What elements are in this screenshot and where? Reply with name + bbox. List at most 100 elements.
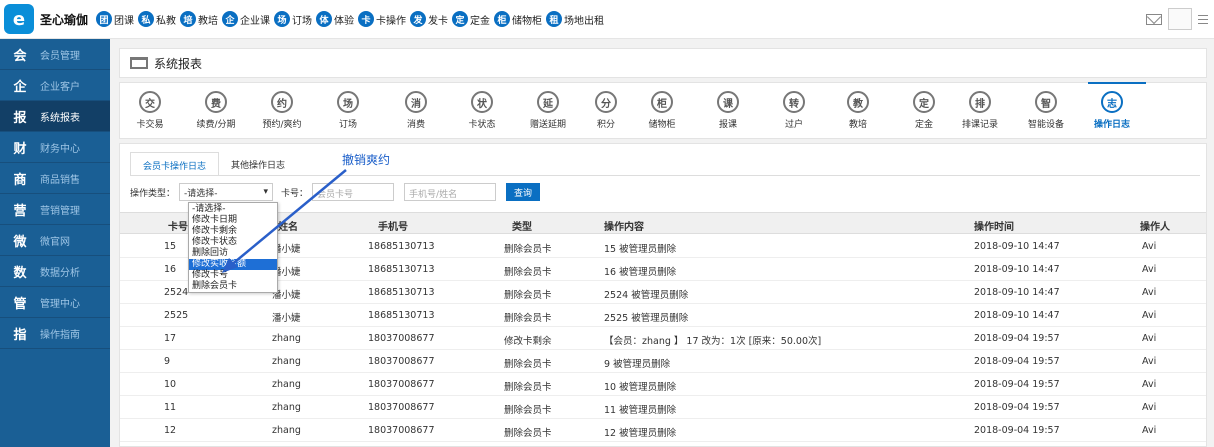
sidebar-item[interactable]: 管 管理中心 [0,287,110,318]
module-icon: 约 [271,91,293,113]
nav-circle-icon: 定 [452,11,469,27]
table-row[interactable]: 2525 潘小婕 18685130713 删除会员卡 2525 被管理员删除 2018-0… [120,304,1206,327]
sidebar-item[interactable]: 微 微官网 [0,225,110,256]
top-nav-item[interactable]: 私私教 [138,11,176,27]
top-nav-item[interactable]: 体体验 [316,11,354,27]
table-cell: 潘小婕 [272,313,301,324]
top-nav-item[interactable]: 卡卡操作 [358,11,406,27]
module-label: 智能设备 [1027,120,1064,130]
module-item[interactable]: 课报课 [706,91,750,130]
table-row[interactable]: 16 潘小婕 18685130713 删除会员卡 16 被管理员删除 2018-09-10… [120,258,1206,281]
column-header: 操作时间 [974,222,1014,233]
module-item[interactable]: 约预约/爽约 [260,91,304,130]
sidebar-item[interactable]: 商 商品销售 [0,163,110,194]
table-row[interactable]: 12 zhang 18037008677 删除会员卡 12 被管理员删除 2018-09-… [120,419,1206,442]
module-item[interactable]: 延赠送延期 [526,91,570,130]
sidebar-item[interactable]: 会 会员管理 [0,39,110,70]
table-row[interactable]: 17 zhang 18037008677 修改卡剩余 【会员：zhang 】 17 改为… [120,327,1206,350]
dropdown-option[interactable]: 修改卡号 [189,270,277,281]
nav-circle-icon: 培 [180,11,197,27]
log-panel: 会员卡操作日志 其他操作日志 撤销爽约 操作类型： -请选择- ▾ 卡号： 会员卡… [119,143,1207,447]
operation-type-select[interactable]: -请选择- ▾ [179,183,274,201]
module-item[interactable]: 场订场 [326,91,370,130]
phone-name-input[interactable]: 手机号/姓名 [404,183,497,201]
module-item[interactable]: 分积分 [584,91,628,130]
module-icon: 排 [969,91,991,113]
top-bar: e 圣心瑜伽 团团课私私教培教培企企业课场订场体体验卡卡操作发发卡定定金柜储物柜… [0,0,1214,39]
dropdown-option[interactable]: 修改实收金额 [189,259,277,270]
sidebar-item-label: 微官网 [40,236,70,248]
dropdown-option[interactable]: -请选择- [189,204,277,215]
module-item[interactable]: 状卡状态 [460,91,504,130]
sidebar-item[interactable]: 企 企业客户 [0,70,110,101]
module-label: 积分 [596,120,615,130]
menu-icon[interactable] [1198,14,1208,24]
card-number-input[interactable]: 会员卡号 [312,183,395,201]
module-item[interactable]: 消消费 [394,91,438,130]
tab-other-log[interactable]: 其他操作日志 [219,152,297,176]
module-icon: 柜 [651,91,673,113]
top-nav-item[interactable]: 团团课 [96,11,134,27]
column-header: 手机号 [378,222,408,233]
dropdown-option[interactable]: 删除回访 [189,248,277,259]
avatar[interactable] [1168,8,1192,30]
table-cell: 2018-09-10 14:47 [974,287,1060,298]
top-nav-item[interactable]: 培教培 [180,11,218,27]
module-item[interactable]: 志操作日志 [1088,82,1146,130]
sidebar-item[interactable]: 报 系统报表 [0,101,110,132]
top-nav-item[interactable]: 租场地出租 [546,11,604,27]
top-nav-item[interactable]: 企企业课 [222,11,270,27]
top-nav-label: 企业课 [240,15,271,27]
module-icon: 课 [717,91,739,113]
module-item[interactable]: 柜储物柜 [640,91,684,130]
sidebar-item[interactable]: 营 营销管理 [0,194,110,225]
dropdown-option[interactable]: 修改卡日期 [189,215,277,226]
table-cell: 12 [164,425,177,436]
sidebar-item[interactable]: 数 数据分析 [0,256,110,287]
nav-circle-icon: 柜 [494,11,511,27]
top-nav-item[interactable]: 柜储物柜 [494,11,542,27]
column-header: 姓名 [278,222,298,233]
table-cell: zhang [272,379,301,390]
module-icon: 交 [139,91,161,113]
operation-type-dropdown[interactable]: -请选择- 修改卡日期 修改卡剩余 修改卡状态 删除回访 修改实收金额 修改卡号 删除会员卡 [188,202,278,293]
tab-member-card-log[interactable]: 会员卡操作日志 [130,152,220,176]
module-item[interactable]: 教教培 [836,91,880,130]
module-item[interactable]: 交卡交易 [128,91,172,130]
main-content: 系统报表 交卡交易费续费/分期约预约/爽约场订场消消费状卡状态延赠送延期分积分柜… [110,39,1214,447]
sidebar-item[interactable]: 财 财务中心 [0,132,110,163]
sidebar-item-label: 会员管理 [40,50,80,62]
nav-circle-icon: 体 [316,11,333,27]
top-nav-item[interactable]: 定定金 [452,11,490,27]
sidebar-icon: 会 [13,48,27,64]
module-item[interactable]: 智智能设备 [1024,91,1068,130]
top-nav: 团团课私私教培教培企企业课场订场体体验卡卡操作发发卡定定金柜储物柜租场地出租 [96,11,608,27]
dropdown-option[interactable]: 删除会员卡 [189,281,277,292]
sidebar-item-label: 商品销售 [40,174,80,186]
table-row[interactable]: 10 zhang 18037008677 删除会员卡 10 被管理员删除 2018-09-… [120,373,1206,396]
module-item[interactable]: 费续费/分期 [194,91,238,130]
module-item[interactable]: 排排课记录 [958,91,1002,130]
search-button[interactable]: 查询 [506,183,541,201]
table-cell: 修改卡剩余 [504,336,552,347]
dropdown-option[interactable]: 修改卡剩余 [189,226,277,237]
module-item[interactable]: 定定金 [902,91,946,130]
table-cell: 【会员：zhang 】 17 改为：1次 [原来：50.00次] [604,336,822,347]
table-row[interactable]: 2524 潘小婕 18685130713 删除会员卡 2524 被管理员删除 2018-0… [120,281,1206,304]
table-cell: Avi [1142,379,1157,390]
table-row[interactable]: 11 zhang 18037008677 删除会员卡 11 被管理员删除 2018-09-… [120,396,1206,419]
page-title-bar: 系统报表 [119,48,1207,78]
table-cell: 16 [164,264,177,275]
top-nav-item[interactable]: 发发卡 [410,11,448,27]
table-row[interactable]: 15 潘小婕 18685130713 删除会员卡 15 被管理员删除 2018-09-10… [120,235,1206,258]
table-row[interactable]: 9 zhang 18037008677 删除会员卡 9 被管理员删除 2018-09-04… [120,350,1206,373]
module-label: 报课 [718,120,737,130]
module-label: 储物柜 [648,120,676,130]
sidebar-item[interactable]: 指 操作指南 [0,318,110,349]
dropdown-option[interactable]: 修改卡状态 [189,237,277,248]
module-label: 续费/分期 [196,120,236,130]
top-nav-item[interactable]: 场订场 [274,11,312,27]
module-item[interactable]: 转过户 [772,91,816,130]
table-cell: 18685130713 [368,287,435,298]
mail-icon[interactable] [1146,13,1162,25]
